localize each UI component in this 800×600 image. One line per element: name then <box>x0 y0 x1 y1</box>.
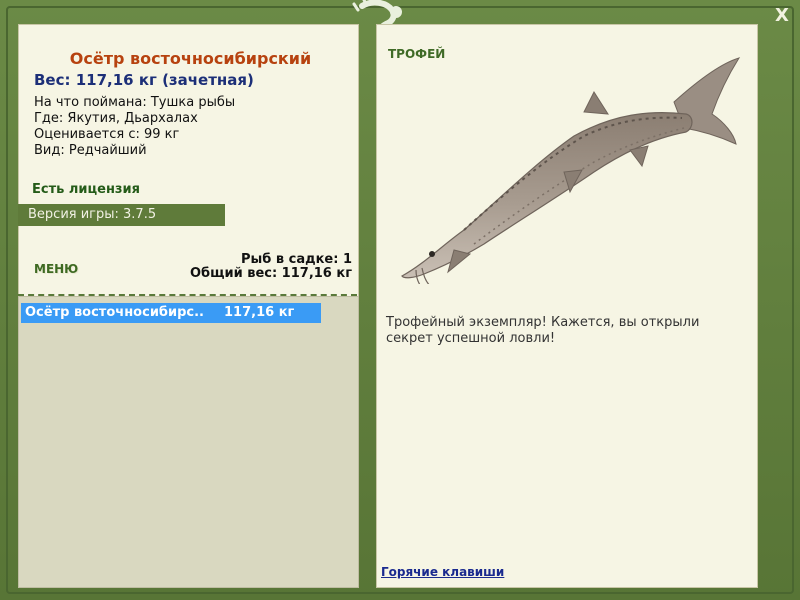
keepnet-count: Рыб в садке: 1 <box>240 252 352 267</box>
list-item[interactable]: Осётр восточносибирс... 117,16 кг <box>21 303 321 323</box>
sturgeon-image <box>401 57 741 284</box>
catch-list-panel <box>18 296 359 588</box>
fish-title: Осётр восточносибирский <box>69 49 312 68</box>
fish-location: Где: Якутия, Дьархалах <box>34 111 198 126</box>
game-version: Версия игры: 3.7.5 <box>18 204 225 226</box>
fish-bait: На что поймана: Тушка рыбы <box>34 95 236 110</box>
catch-name: Осётр восточносибирс... <box>25 305 205 320</box>
fish-weight: Вес: 117,16 кг (зачетная) <box>34 71 254 89</box>
license-status: Есть лицензия <box>32 182 140 197</box>
hotkeys-link[interactable]: Горячие клавиши <box>381 565 504 579</box>
keepnet-total-weight: Общий вес: 117,16 кг <box>189 266 352 281</box>
close-icon: X <box>775 5 789 26</box>
menu-button[interactable]: МЕНЮ <box>34 262 78 276</box>
fish-rated-from: Оценивается с: 99 кг <box>34 127 180 142</box>
trophy-message: Трофейный экземпляр! Кажется, вы открыли… <box>386 315 700 346</box>
fish-rarity: Вид: Редчайший <box>34 143 147 158</box>
close-button[interactable]: X <box>770 4 794 28</box>
catch-weight: 117,16 кг <box>224 305 295 320</box>
